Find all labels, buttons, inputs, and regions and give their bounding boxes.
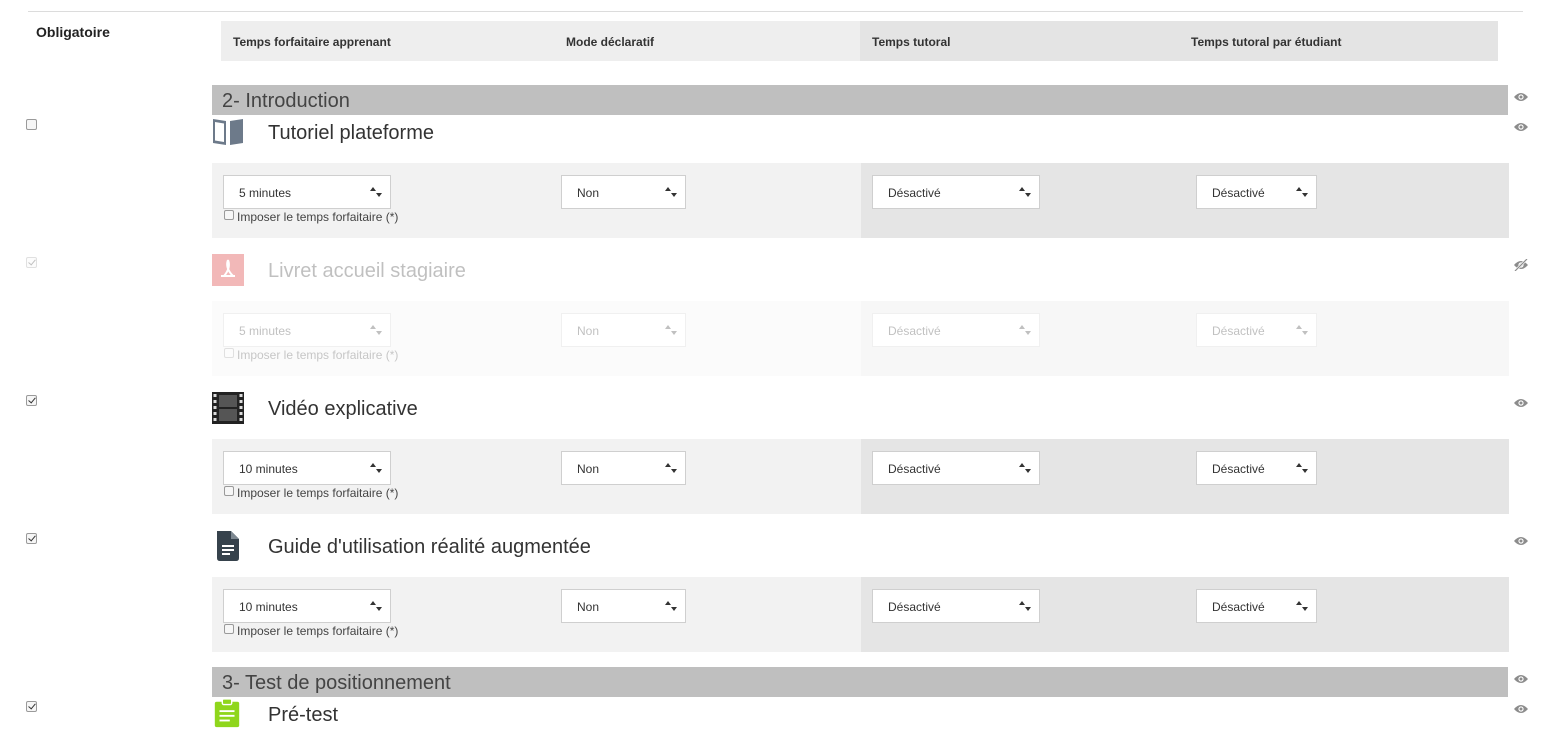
eye-icon[interactable] (1513, 703, 1529, 715)
impose-time-checkbox[interactable] (224, 486, 234, 496)
tutor-per-student-select[interactable]: Désactivé (1196, 313, 1317, 347)
column-header-learner-time: Temps forfaitaire apprenant (233, 35, 391, 49)
sort-arrows-icon (370, 325, 382, 335)
tutor-time-select[interactable]: Désactivé (872, 175, 1040, 209)
resource-title: Tutoriel plateforme (268, 122, 434, 144)
tutor-per-student-select[interactable]: Désactivé (1196, 175, 1317, 209)
impose-time-checkbox[interactable] (224, 210, 234, 220)
resource-title: Pré-test (268, 704, 339, 726)
eye-icon[interactable] (1513, 673, 1529, 685)
resource-options-row: 5 minutes Imposer le temps forfaitaire (… (212, 163, 1509, 238)
column-header-tutor-time: Temps tutoral (872, 35, 951, 49)
sort-arrows-icon (1296, 325, 1308, 335)
sort-arrows-icon (1019, 325, 1031, 335)
resource-title: Livret accueil stagiaire (268, 260, 466, 282)
tutor-per-student-select[interactable]: Désactivé (1196, 451, 1317, 485)
eye-icon[interactable] (1513, 397, 1529, 409)
eye-slash-icon[interactable] (1513, 259, 1529, 271)
columns-header-bar: Temps forfaitaire apprenant Mode déclara… (221, 21, 1498, 61)
impose-time-option[interactable]: Imposer le temps forfaitaire (*) (224, 348, 398, 362)
book-icon (213, 119, 243, 145)
learner-time-select[interactable]: 5 minutes (223, 313, 391, 347)
declarative-mode-select[interactable]: Non (561, 313, 686, 347)
tutor-time-select[interactable]: Désactivé (872, 589, 1040, 623)
clipboard-icon (214, 698, 240, 728)
resource-options-row: 10 minutes Imposer le temps forfaitaire … (212, 577, 1509, 652)
impose-time-checkbox[interactable] (224, 348, 234, 358)
required-checkbox[interactable] (26, 119, 37, 130)
document-icon (217, 531, 239, 561)
resource-options-row: 10 minutes Imposer le temps forfaitaire … (212, 439, 1509, 514)
learner-time-select[interactable]: 5 minutes (223, 175, 391, 209)
resource-title: Vidéo explicative (268, 398, 418, 420)
sort-arrows-icon (665, 325, 677, 335)
sort-arrows-icon (1019, 463, 1031, 473)
required-checkbox[interactable] (26, 701, 37, 712)
sort-arrows-icon (370, 187, 382, 197)
impose-time-option[interactable]: Imposer le temps forfaitaire (*) (224, 210, 398, 224)
impose-time-checkbox[interactable] (224, 624, 234, 634)
film-icon (212, 392, 244, 424)
impose-time-option[interactable]: Imposer le temps forfaitaire (*) (224, 624, 398, 638)
tutor-columns-shade (860, 21, 1498, 61)
sort-arrows-icon (665, 601, 677, 611)
eye-icon[interactable] (1513, 535, 1529, 547)
required-column-header: Obligatoire (36, 24, 110, 40)
learner-time-select[interactable]: 10 minutes (223, 451, 391, 485)
sort-arrows-icon (665, 187, 677, 197)
eye-icon[interactable] (1513, 121, 1529, 133)
declarative-mode-select[interactable]: Non (561, 451, 686, 485)
required-checkbox[interactable] (26, 257, 37, 268)
resource-options-row: 5 minutes Imposer le temps forfaitaire (… (212, 301, 1509, 376)
sort-arrows-icon (1019, 187, 1031, 197)
sort-arrows-icon (1019, 601, 1031, 611)
declarative-mode-select[interactable]: Non (561, 589, 686, 623)
eye-icon[interactable] (1513, 91, 1529, 103)
learner-time-select[interactable]: 10 minutes (223, 589, 391, 623)
section-header-introduction: 2- Introduction (212, 85, 1508, 115)
sort-arrows-icon (1296, 463, 1308, 473)
declarative-mode-select[interactable]: Non (561, 175, 686, 209)
section-title: 3- Test de positionnement (222, 672, 451, 694)
sort-arrows-icon (1296, 187, 1308, 197)
column-header-tutor-per-student: Temps tutoral par étudiant (1191, 35, 1342, 49)
top-divider (28, 11, 1523, 12)
section-header-test-positionnement: 3- Test de positionnement (212, 667, 1508, 697)
section-title: 2- Introduction (222, 90, 350, 112)
tutor-per-student-select[interactable]: Désactivé (1196, 589, 1317, 623)
sort-arrows-icon (1296, 601, 1308, 611)
tutor-time-select[interactable]: Désactivé (872, 313, 1040, 347)
column-header-declarative-mode: Mode déclaratif (566, 35, 655, 49)
resource-title: Guide d'utilisation réalité augmentée (268, 536, 591, 558)
impose-time-option[interactable]: Imposer le temps forfaitaire (*) (224, 486, 398, 500)
required-checkbox[interactable] (26, 395, 37, 406)
pdf-icon (212, 254, 244, 286)
sort-arrows-icon (665, 463, 677, 473)
sort-arrows-icon (370, 463, 382, 473)
required-checkbox[interactable] (26, 533, 37, 544)
tutor-time-select[interactable]: Désactivé (872, 451, 1040, 485)
sort-arrows-icon (370, 601, 382, 611)
